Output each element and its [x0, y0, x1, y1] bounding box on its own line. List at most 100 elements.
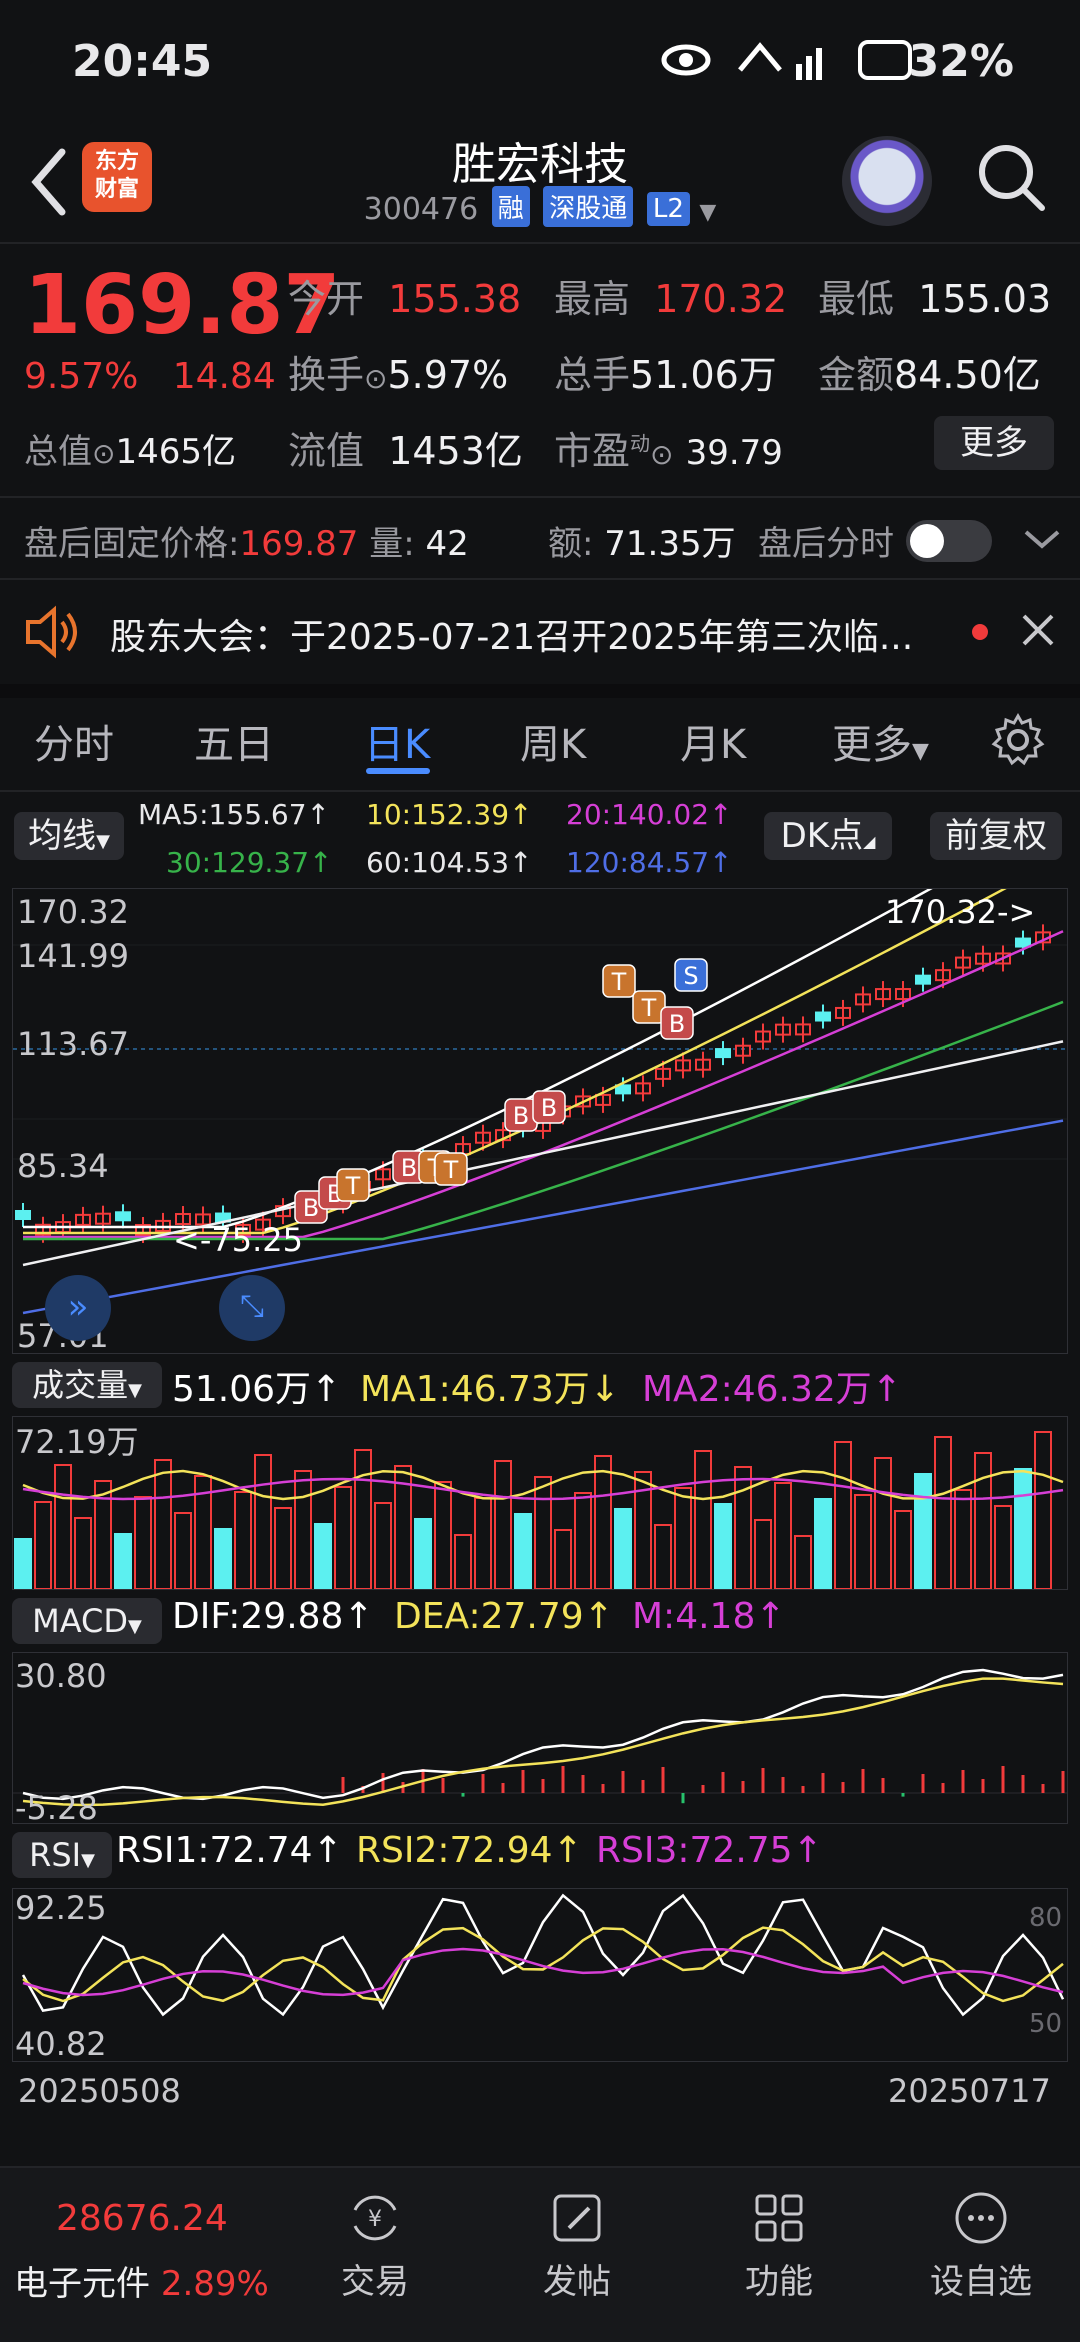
chevron-down-icon[interactable]	[1022, 524, 1062, 554]
amount-field: 金额84.50亿	[818, 353, 1041, 397]
nav-functions[interactable]: 功能	[704, 2168, 854, 2303]
after-hours-toggle[interactable]	[906, 520, 992, 562]
macd-m: M:4.18↑	[632, 1596, 786, 1637]
volume-bar	[614, 1508, 632, 1590]
tab-intraday[interactable]: 分时	[34, 712, 114, 770]
volume-bar	[434, 1481, 452, 1590]
float-cap-field: 流值 1453亿	[288, 429, 523, 473]
more-button[interactable]: 更多	[934, 416, 1054, 470]
notice-text: 股东大会：于2025-07-21召开2025年第三次临...	[110, 617, 914, 658]
signal-s-marker: S	[674, 958, 708, 992]
volume-field: 总手51.06万	[554, 353, 777, 397]
volume-chart[interactable]: 72.19万	[12, 1416, 1068, 1590]
volume-bar	[74, 1517, 92, 1590]
macd-dif: DIF:29.88↑	[172, 1596, 374, 1637]
rsi1-line	[21, 1893, 1065, 2017]
bottom-navigation: 28676.24 电子元件 2.89% ¥ 交易 发帖 功能 设自选	[0, 2166, 1080, 2342]
more-dots-icon	[955, 2192, 1007, 2244]
macd-selector[interactable]: MACD▼	[12, 1598, 162, 1644]
volume-bar	[1014, 1468, 1032, 1590]
svg-text:T: T	[443, 1156, 459, 1184]
rsi3-value: RSI3:72.75↑	[596, 1830, 823, 1871]
adjust-button[interactable]: 前复权	[930, 812, 1062, 860]
fullscreen-button[interactable]: ⤡	[219, 1275, 285, 1341]
ma-selector[interactable]: 均线▼	[14, 812, 124, 860]
candle	[815, 1011, 831, 1022]
volume-bar	[694, 1450, 712, 1590]
volume-bar	[534, 1476, 552, 1590]
dk-point-button[interactable]: DK点◢	[764, 812, 892, 860]
svg-text:T: T	[345, 1172, 361, 1200]
volume-y-label: 72.19万	[15, 1423, 139, 1461]
grid-icon	[755, 2194, 803, 2242]
signal-t-marker: T	[434, 1152, 468, 1186]
svg-text:B: B	[401, 1154, 417, 1182]
volume-bar	[494, 1460, 512, 1590]
nav-post[interactable]: 发帖	[502, 2168, 652, 2303]
candle	[715, 1048, 731, 1059]
rsi-ref-80: 80	[1029, 1903, 1063, 1933]
volume-bar	[54, 1464, 72, 1590]
volume-bar	[354, 1449, 372, 1590]
volume-bar	[234, 1491, 252, 1590]
turnover-field: 换手⊙5.97%	[288, 353, 509, 397]
volume-bar	[914, 1473, 932, 1590]
chevron-down-icon[interactable]: ▼	[699, 200, 716, 225]
search-icon[interactable]	[976, 142, 1046, 212]
volume-ma1: MA1:46.73万↓	[360, 1369, 620, 1410]
macd-chart[interactable]: 30.80 -5.28	[12, 1652, 1068, 1827]
macd-plot	[13, 1668, 1067, 1807]
volume-indicator-selector[interactable]: 成交量▼	[12, 1362, 162, 1408]
speaker-icon	[26, 605, 77, 659]
volume-bar	[454, 1534, 472, 1590]
volume-bar	[874, 1457, 892, 1590]
signal-b-marker: B	[504, 1098, 538, 1132]
volume-bar	[294, 1470, 312, 1590]
volume-bar	[554, 1529, 572, 1590]
svg-text:B: B	[513, 1102, 529, 1130]
index-name: 电子元件	[14, 2264, 150, 2304]
ma10-label: 10:152.39↑	[366, 798, 533, 831]
rsi-selector[interactable]: RSI▼	[12, 1832, 112, 1878]
rsi-y-top: 92.25	[15, 1889, 107, 1927]
yen-refresh-icon: ¥	[353, 2195, 397, 2241]
robot-assistant-avatar[interactable]	[842, 136, 932, 226]
candle	[915, 974, 931, 985]
volume-bar	[414, 1518, 432, 1590]
volume-bar	[314, 1523, 332, 1590]
sector-index[interactable]: 28676.24 电子元件 2.89%	[0, 2168, 300, 2342]
gear-icon[interactable]	[990, 712, 1046, 768]
nav-trade[interactable]: ¥ 交易	[300, 2168, 450, 2303]
volume-bar	[594, 1455, 612, 1590]
index-value: 28676.24	[56, 2198, 228, 2239]
connect-tag: 深股通	[543, 186, 634, 227]
volume-bar	[814, 1498, 832, 1590]
rsi-chart[interactable]: 92.25 40.82 80 50	[12, 1888, 1068, 2063]
status-icons	[660, 36, 920, 86]
info-icon: ⊙	[364, 362, 388, 395]
nav-add-watchlist[interactable]: 设自选	[906, 2168, 1056, 2303]
volume-bar	[34, 1501, 52, 1590]
unread-dot	[972, 624, 988, 640]
change-row: 9.57% 14.84	[24, 356, 276, 397]
tab-daily-k[interactable]: 日K	[364, 712, 430, 770]
total-cap-field: 总值⊙1465亿	[24, 432, 236, 472]
tab-five-day[interactable]: 五日	[194, 712, 274, 770]
clock: 20:45	[72, 36, 213, 87]
close-icon[interactable]	[1018, 610, 1058, 650]
open-field: 今开 155.38	[288, 277, 522, 321]
tab-more[interactable]: 更多▼	[832, 712, 929, 770]
macd-y-bottom: -5.28	[15, 1789, 98, 1827]
expand-left-button[interactable]: »	[45, 1275, 111, 1341]
candle	[15, 1210, 31, 1220]
active-tab-indicator	[366, 768, 430, 774]
level2-tag: L2	[646, 192, 690, 226]
kline-chart[interactable]: BBTBTTBBTTBS 170.32 141.99 113.67 85.34 …	[12, 813, 1068, 1355]
volume-bar	[714, 1503, 732, 1590]
tab-weekly-k[interactable]: 周K	[520, 712, 586, 770]
tab-monthly-k[interactable]: 月K	[680, 712, 746, 770]
rsi1-value: RSI1:72.74↑	[116, 1830, 343, 1871]
volume-bar	[334, 1486, 352, 1590]
notice-bar[interactable]: 股东大会：于2025-07-21召开2025年第三次临...	[0, 580, 1080, 698]
high-field: 最高 170.32	[554, 277, 788, 321]
